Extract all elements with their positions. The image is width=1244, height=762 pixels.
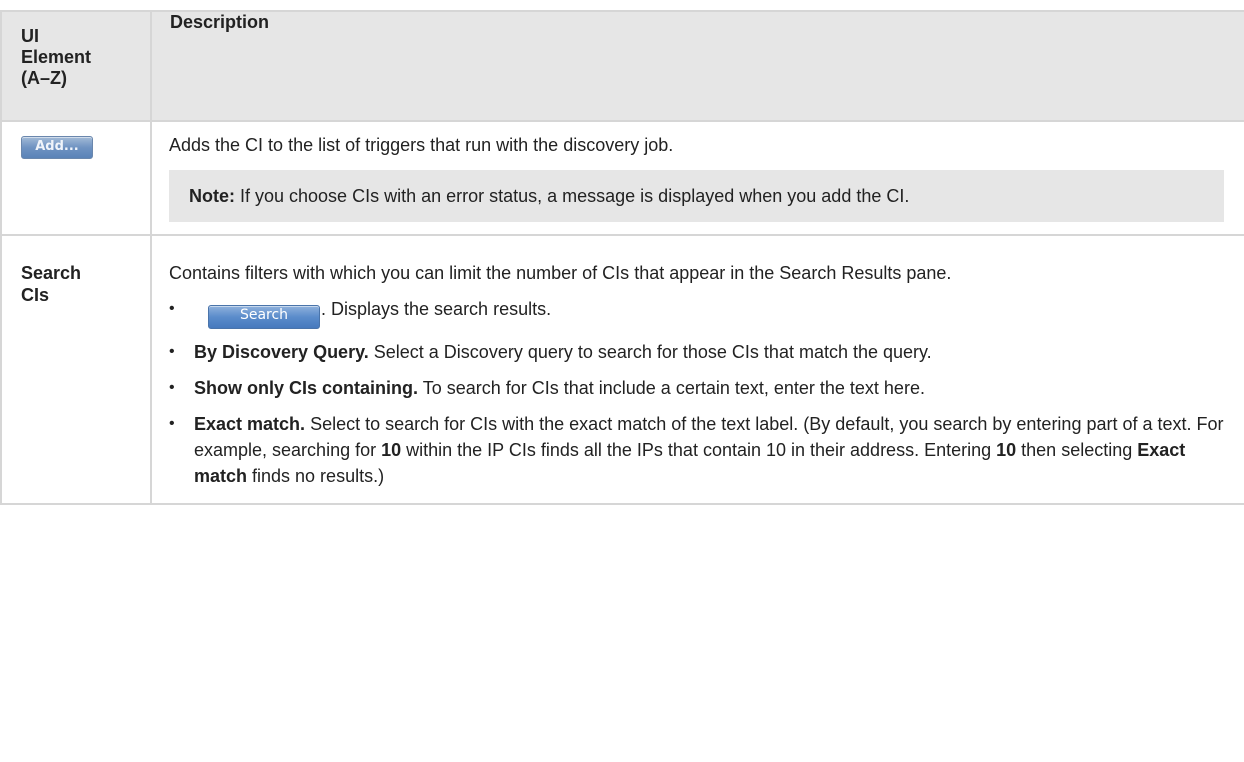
list-item: By Discovery Query. Select a Discovery q…	[169, 339, 1224, 365]
note-text: If you choose CIs with an error status, …	[235, 186, 910, 206]
table-row: Add... Adds the CI to the list of trigge…	[0, 120, 1244, 236]
element-cell: Add...	[0, 120, 152, 236]
table-header-row: UI Element (A–Z) Description	[0, 10, 1244, 122]
ui-elements-table: UI Element (A–Z) Description Add... Adds…	[0, 10, 1244, 505]
list-item: Exact match. Select to search for CIs wi…	[169, 411, 1224, 489]
element-name-line: Search	[21, 263, 82, 283]
list-item: Show only CIs containing. To search for …	[169, 375, 1224, 401]
search-button[interactable]: Search	[208, 305, 320, 329]
list-item-text: finds no results.)	[247, 466, 385, 486]
list-item-text: then selecting	[1016, 440, 1138, 460]
header-ui-element: UI Element (A–Z)	[0, 10, 152, 122]
list-item-text: . Displays the search results.	[321, 299, 552, 319]
emphasis: 10	[996, 440, 1017, 460]
description-cell: Contains filters with which you can limi…	[150, 234, 1244, 505]
header-description: Description	[150, 10, 1244, 122]
list-item-term: Show only CIs containing.	[194, 378, 419, 398]
emphasis: 10	[381, 440, 402, 460]
list-item-text: Select a Discovery query to search for t…	[368, 342, 932, 362]
element-cell: Search CIs	[0, 234, 152, 505]
note-label: Note:	[189, 186, 235, 206]
header-line: (A–Z)	[21, 68, 67, 88]
list-item-text: within the IP CIs finds all the IPs that…	[401, 440, 997, 460]
filter-list: Search. Displays the search results. By …	[169, 296, 1224, 489]
list-item-term: Exact match.	[194, 414, 306, 434]
add-button[interactable]: Add...	[21, 136, 93, 159]
element-name-line: CIs	[21, 285, 50, 305]
list-item-text: To search for CIs that include a certain…	[418, 378, 925, 398]
header-line: UI	[21, 26, 39, 46]
description-text: Contains filters with which you can limi…	[169, 263, 952, 283]
description-cell: Adds the CI to the list of triggers that…	[150, 120, 1244, 236]
header-line: Element	[21, 47, 92, 67]
list-item-term: By Discovery Query.	[194, 342, 369, 362]
table-row: Search CIs Contains filters with which y…	[0, 234, 1244, 505]
note-box: Note: If you choose CIs with an error st…	[169, 170, 1224, 222]
list-item: Search. Displays the search results.	[169, 296, 1224, 329]
description-text: Adds the CI to the list of triggers that…	[169, 135, 674, 155]
